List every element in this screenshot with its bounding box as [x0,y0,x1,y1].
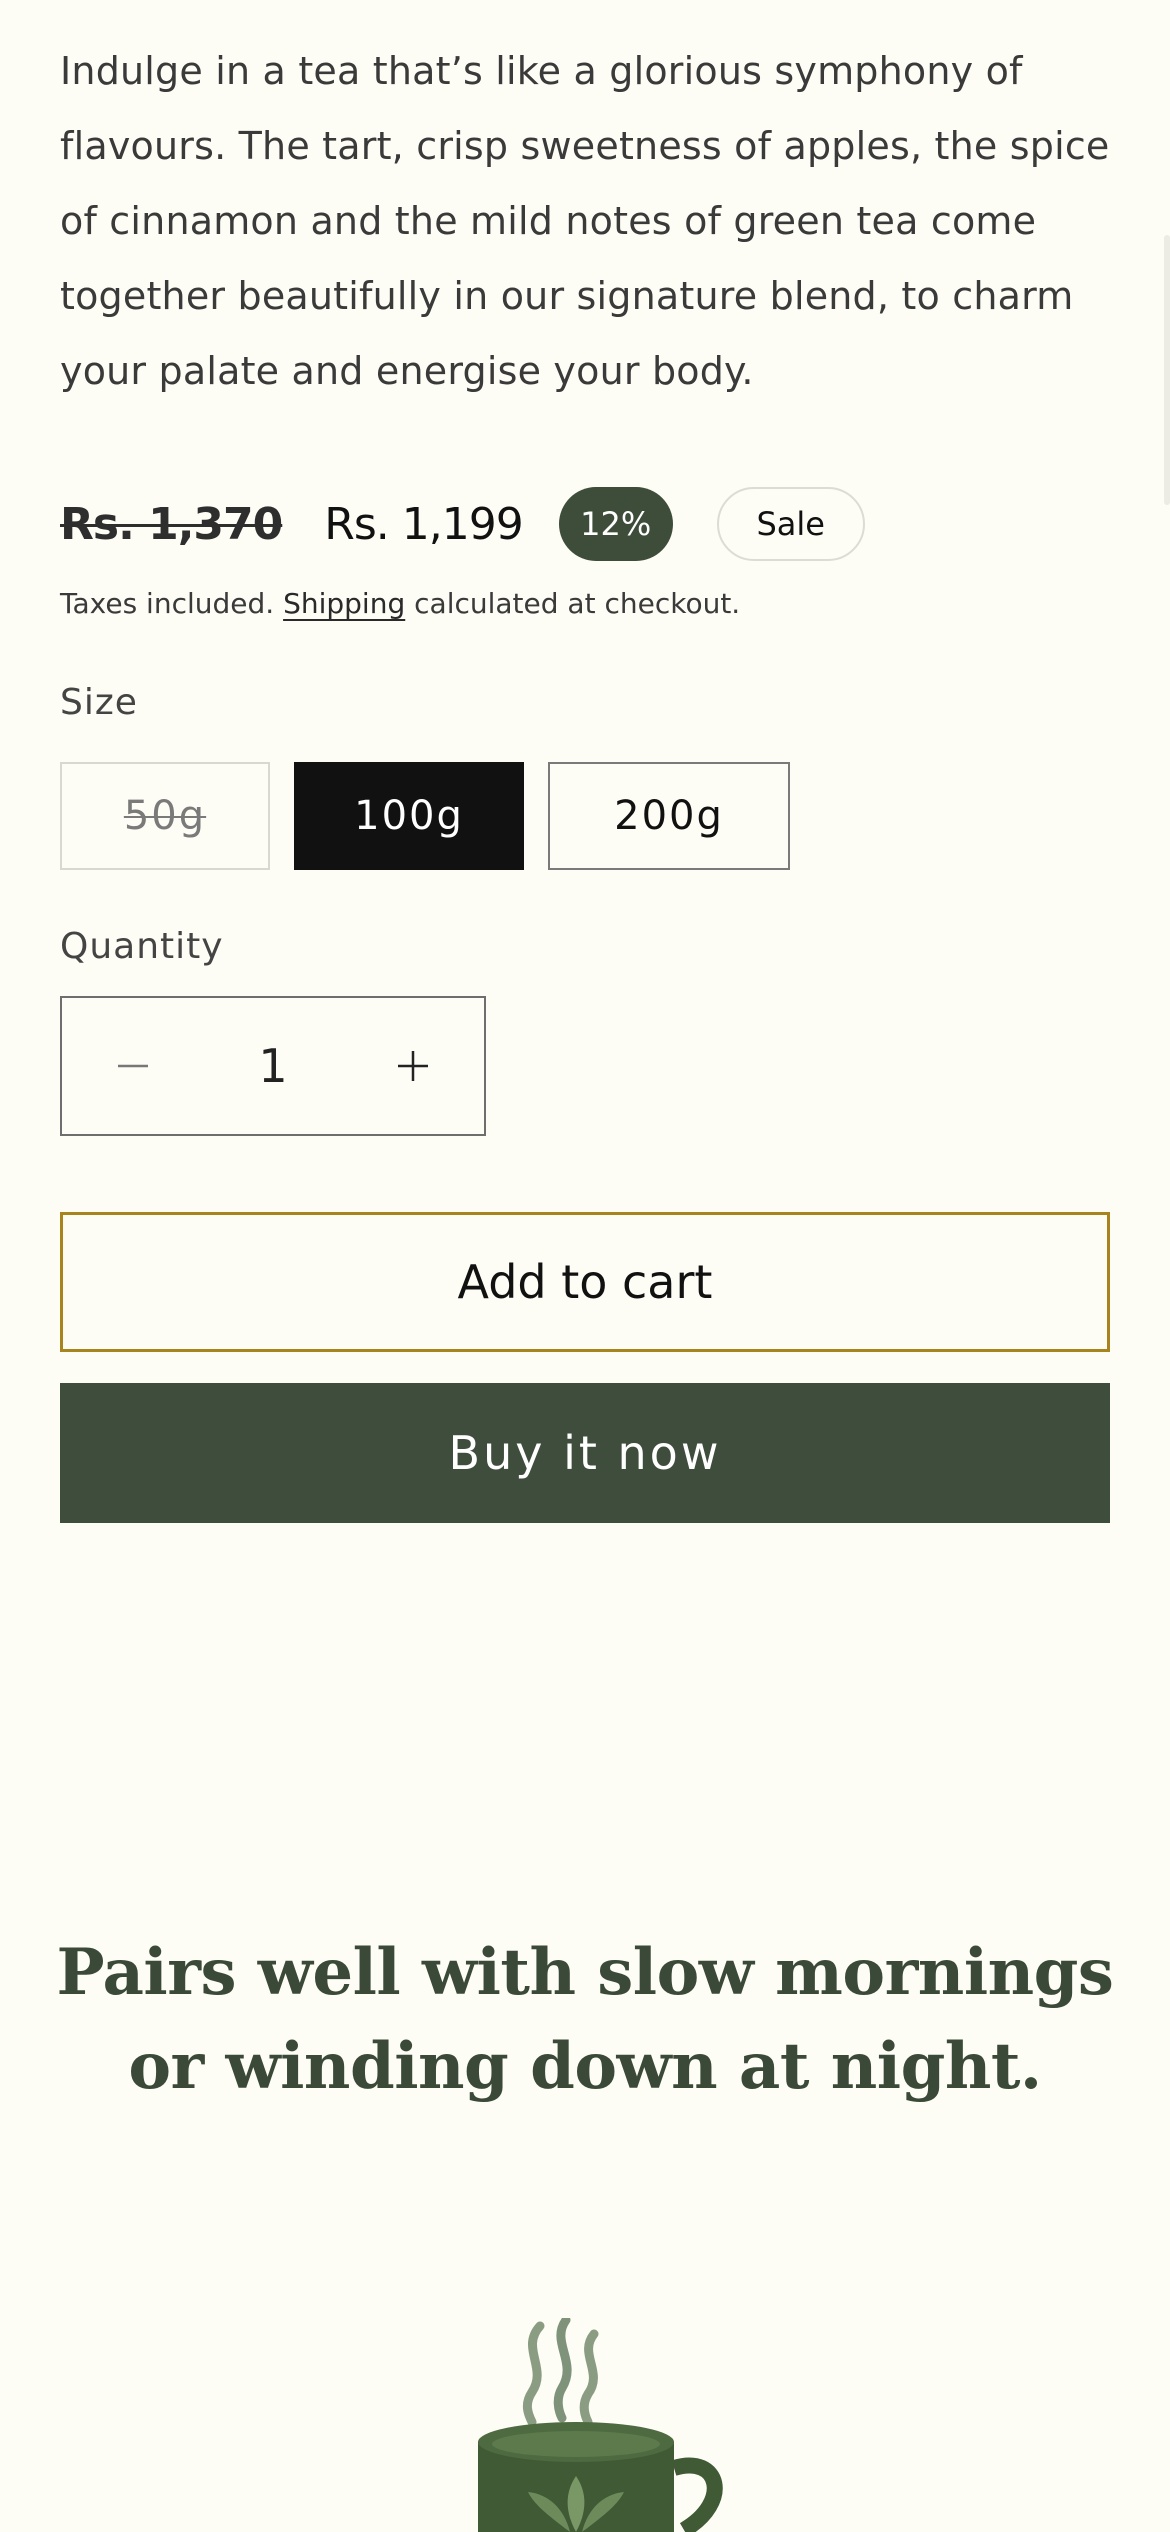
size-option-50g[interactable]: 50g [60,762,270,870]
quantity-input[interactable]: 1 [204,1039,342,1093]
sale-badge: Sale [716,487,865,561]
quantity-label: Quantity [60,926,224,967]
price-row: Rs. 1,370 Rs. 1,199 12% Sale [60,484,865,564]
size-option-200g[interactable]: 200g [548,762,790,870]
product-description: Indulge in a tea that’s like a glorious … [60,49,1110,393]
pairing-tagline: Pairs well with slow mornings or winding… [56,1935,1114,2104]
shipping-link[interactable]: Shipping [283,587,405,620]
quantity-stepper: 1 [60,996,486,1136]
sale-price: Rs. 1,199 [324,498,523,550]
scroll-indicator[interactable] [1164,235,1170,505]
buy-now-button[interactable]: Buy it now [60,1383,1110,1523]
discount-badge: 12% [558,487,673,561]
quantity-increase-button[interactable] [342,998,484,1134]
quantity-decrease-button[interactable] [62,998,204,1134]
tax-note: Taxes included. Shipping calculated at c… [60,586,740,622]
size-label: Size [60,682,138,723]
compare-at-price: Rs. 1,370 [60,498,283,550]
add-to-cart-button[interactable]: Add to cart [60,1212,1110,1352]
tax-note-prefix: Taxes included. [60,587,275,620]
plus-icon [398,1051,428,1081]
tea-cup-icon [478,2318,723,2532]
size-options: 50g 100g 200g [60,762,790,870]
size-option-100g[interactable]: 100g [294,762,524,870]
minus-icon [118,1064,148,1068]
tax-note-suffix: calculated at checkout. [414,587,741,620]
